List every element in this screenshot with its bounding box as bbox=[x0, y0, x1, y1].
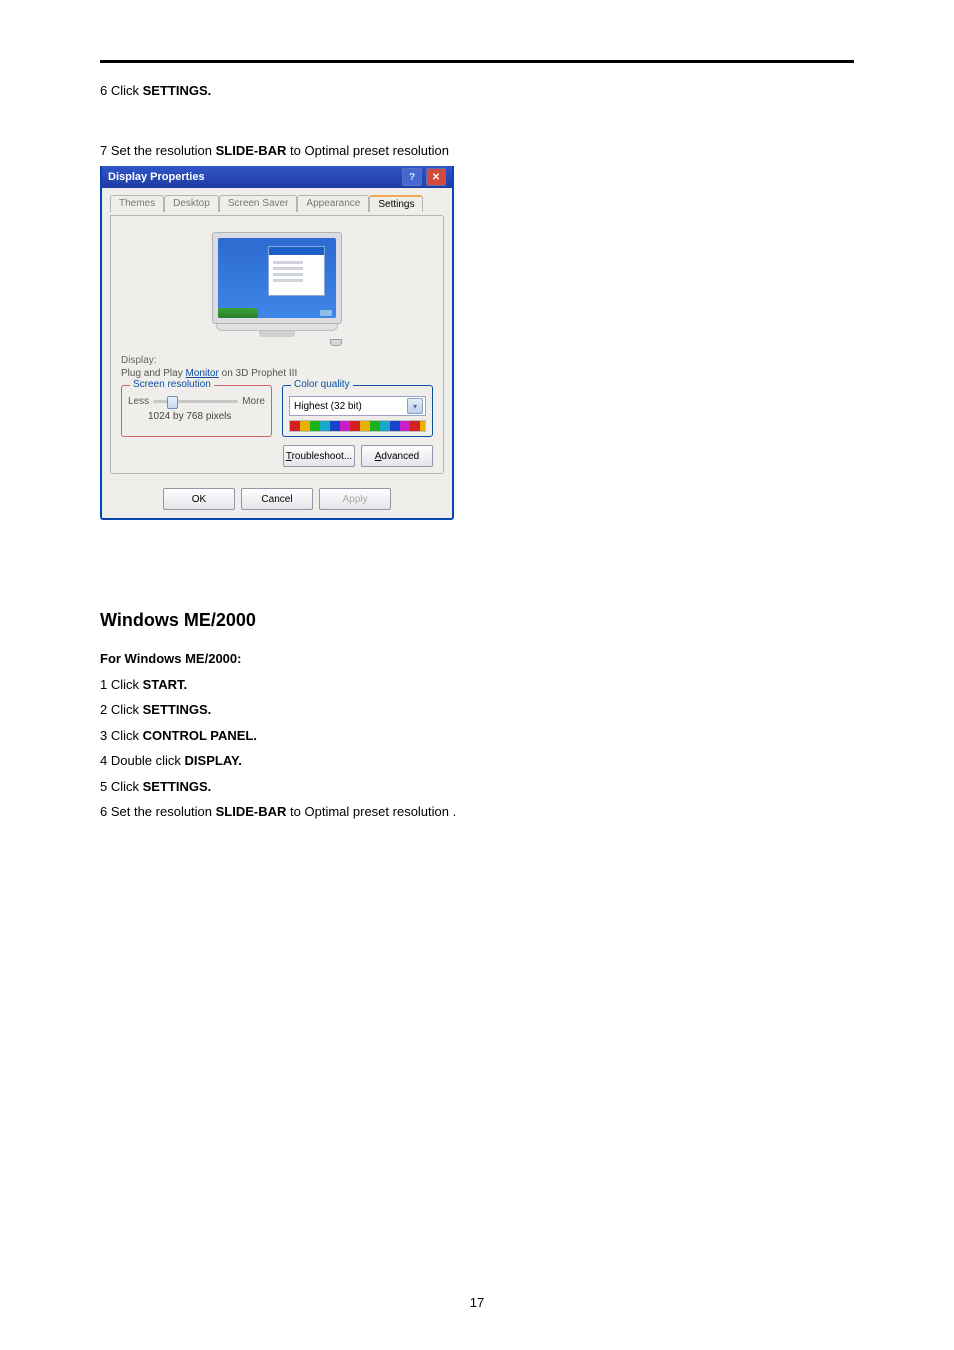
me-step-6-bold: SLIDE-BAR bbox=[216, 804, 287, 819]
screen-resolution-group: Screen resolution Less More 1024 by 768 … bbox=[121, 385, 272, 437]
me-step-2-bold: SETTINGS. bbox=[143, 702, 212, 717]
color-quality-dropdown[interactable]: Highest (32 bit) ▾ bbox=[289, 396, 426, 416]
me-step-6: 6 Set the resolution SLIDE-BAR to Optima… bbox=[100, 802, 854, 822]
section-heading: Windows ME/2000 bbox=[100, 610, 854, 631]
color-quality-group: Color quality Highest (32 bit) ▾ bbox=[282, 385, 433, 437]
tab-appearance[interactable]: Appearance bbox=[297, 195, 369, 212]
display-value-suffix: on 3D Prophet III bbox=[219, 368, 297, 379]
color-quality-value: Highest (32 bit) bbox=[294, 401, 362, 412]
color-preview-strip bbox=[289, 420, 426, 432]
me-step-1-bold: START. bbox=[143, 677, 188, 692]
me-step-4-text: 4 Double click bbox=[100, 753, 185, 768]
me-step-5-bold: SETTINGS. bbox=[143, 779, 212, 794]
help-button[interactable]: ? bbox=[402, 168, 422, 186]
monitor-knob-icon bbox=[330, 339, 342, 346]
tab-themes[interactable]: Themes bbox=[110, 195, 164, 212]
troubleshoot-button[interactable]: Troubleshoot... bbox=[283, 445, 355, 467]
step-7-text: 7 Set the resolution bbox=[100, 143, 216, 158]
screen-resolution-legend: Screen resolution bbox=[130, 379, 214, 390]
ok-button[interactable]: OK bbox=[163, 488, 235, 510]
resolution-slider[interactable] bbox=[153, 400, 238, 403]
preview-tray-icon bbox=[320, 310, 332, 316]
me-step-4-bold: DISPLAY. bbox=[185, 753, 242, 768]
display-value: Plug and Play Monitor on 3D Prophet III bbox=[121, 368, 433, 379]
preview-start-icon bbox=[218, 308, 258, 318]
step-6: 6 Click SETTINGS. bbox=[100, 81, 854, 101]
monitor-preview bbox=[212, 232, 342, 345]
apply-button: Apply bbox=[319, 488, 391, 510]
monitor-link[interactable]: Monitor bbox=[186, 368, 219, 379]
me-step-6-after: to Optimal preset resolution . bbox=[286, 804, 456, 819]
me-step-3-bold: CONTROL PANEL. bbox=[143, 728, 257, 743]
me-step-1: 1 Click START. bbox=[100, 675, 854, 695]
me-step-1-text: 1 Click bbox=[100, 677, 143, 692]
step-6-bold: SETTINGS. bbox=[143, 83, 212, 98]
me-step-4: 4 Double click DISPLAY. bbox=[100, 751, 854, 771]
slider-more-label: More bbox=[242, 396, 265, 407]
tab-desktop[interactable]: Desktop bbox=[164, 195, 219, 212]
color-quality-legend: Color quality bbox=[291, 379, 353, 390]
tab-content: Display: Plug and Play Monitor on 3D Pro… bbox=[110, 215, 444, 474]
dialog-title-text: Display Properties bbox=[108, 171, 205, 183]
close-button[interactable]: ✕ bbox=[426, 168, 446, 186]
slider-less-label: Less bbox=[128, 396, 149, 407]
display-value-prefix: Plug and Play bbox=[121, 368, 186, 379]
cancel-button[interactable]: Cancel bbox=[241, 488, 313, 510]
step-6-text: 6 Click bbox=[100, 83, 143, 98]
tab-strip: Themes Desktop Screen Saver Appearance S… bbox=[110, 194, 444, 211]
me-step-3: 3 Click CONTROL PANEL. bbox=[100, 726, 854, 746]
step-7-bold: SLIDE-BAR bbox=[216, 143, 287, 158]
me-step-5-text: 5 Click bbox=[100, 779, 143, 794]
me-step-2-text: 2 Click bbox=[100, 702, 143, 717]
chevron-down-icon: ▾ bbox=[407, 398, 423, 414]
me-step-3-text: 3 Click bbox=[100, 728, 143, 743]
dialog-titlebar: Display Properties ? ✕ bbox=[102, 166, 452, 188]
slider-thumb-icon[interactable] bbox=[167, 396, 178, 409]
display-properties-dialog: Display Properties ? ✕ Themes Desktop Sc… bbox=[100, 166, 454, 520]
advanced-button[interactable]: Advanced bbox=[361, 445, 433, 467]
page-number: 17 bbox=[0, 1295, 954, 1310]
tab-screen-saver[interactable]: Screen Saver bbox=[219, 195, 298, 212]
tab-settings[interactable]: Settings bbox=[369, 195, 423, 212]
me-step-5: 5 Click SETTINGS. bbox=[100, 777, 854, 797]
step-7: 7 Set the resolution SLIDE-BAR to Optima… bbox=[100, 141, 854, 161]
display-label: Display: bbox=[121, 355, 433, 366]
step-7-after: to Optimal preset resolution bbox=[286, 143, 449, 158]
horizontal-rule bbox=[100, 60, 854, 63]
me-step-2: 2 Click SETTINGS. bbox=[100, 700, 854, 720]
me-step-6-text: 6 Set the resolution bbox=[100, 804, 216, 819]
section-subheading: For Windows ME/2000: bbox=[100, 649, 854, 669]
preview-window-icon bbox=[268, 246, 325, 296]
resolution-value: 1024 by 768 pixels bbox=[128, 411, 265, 422]
